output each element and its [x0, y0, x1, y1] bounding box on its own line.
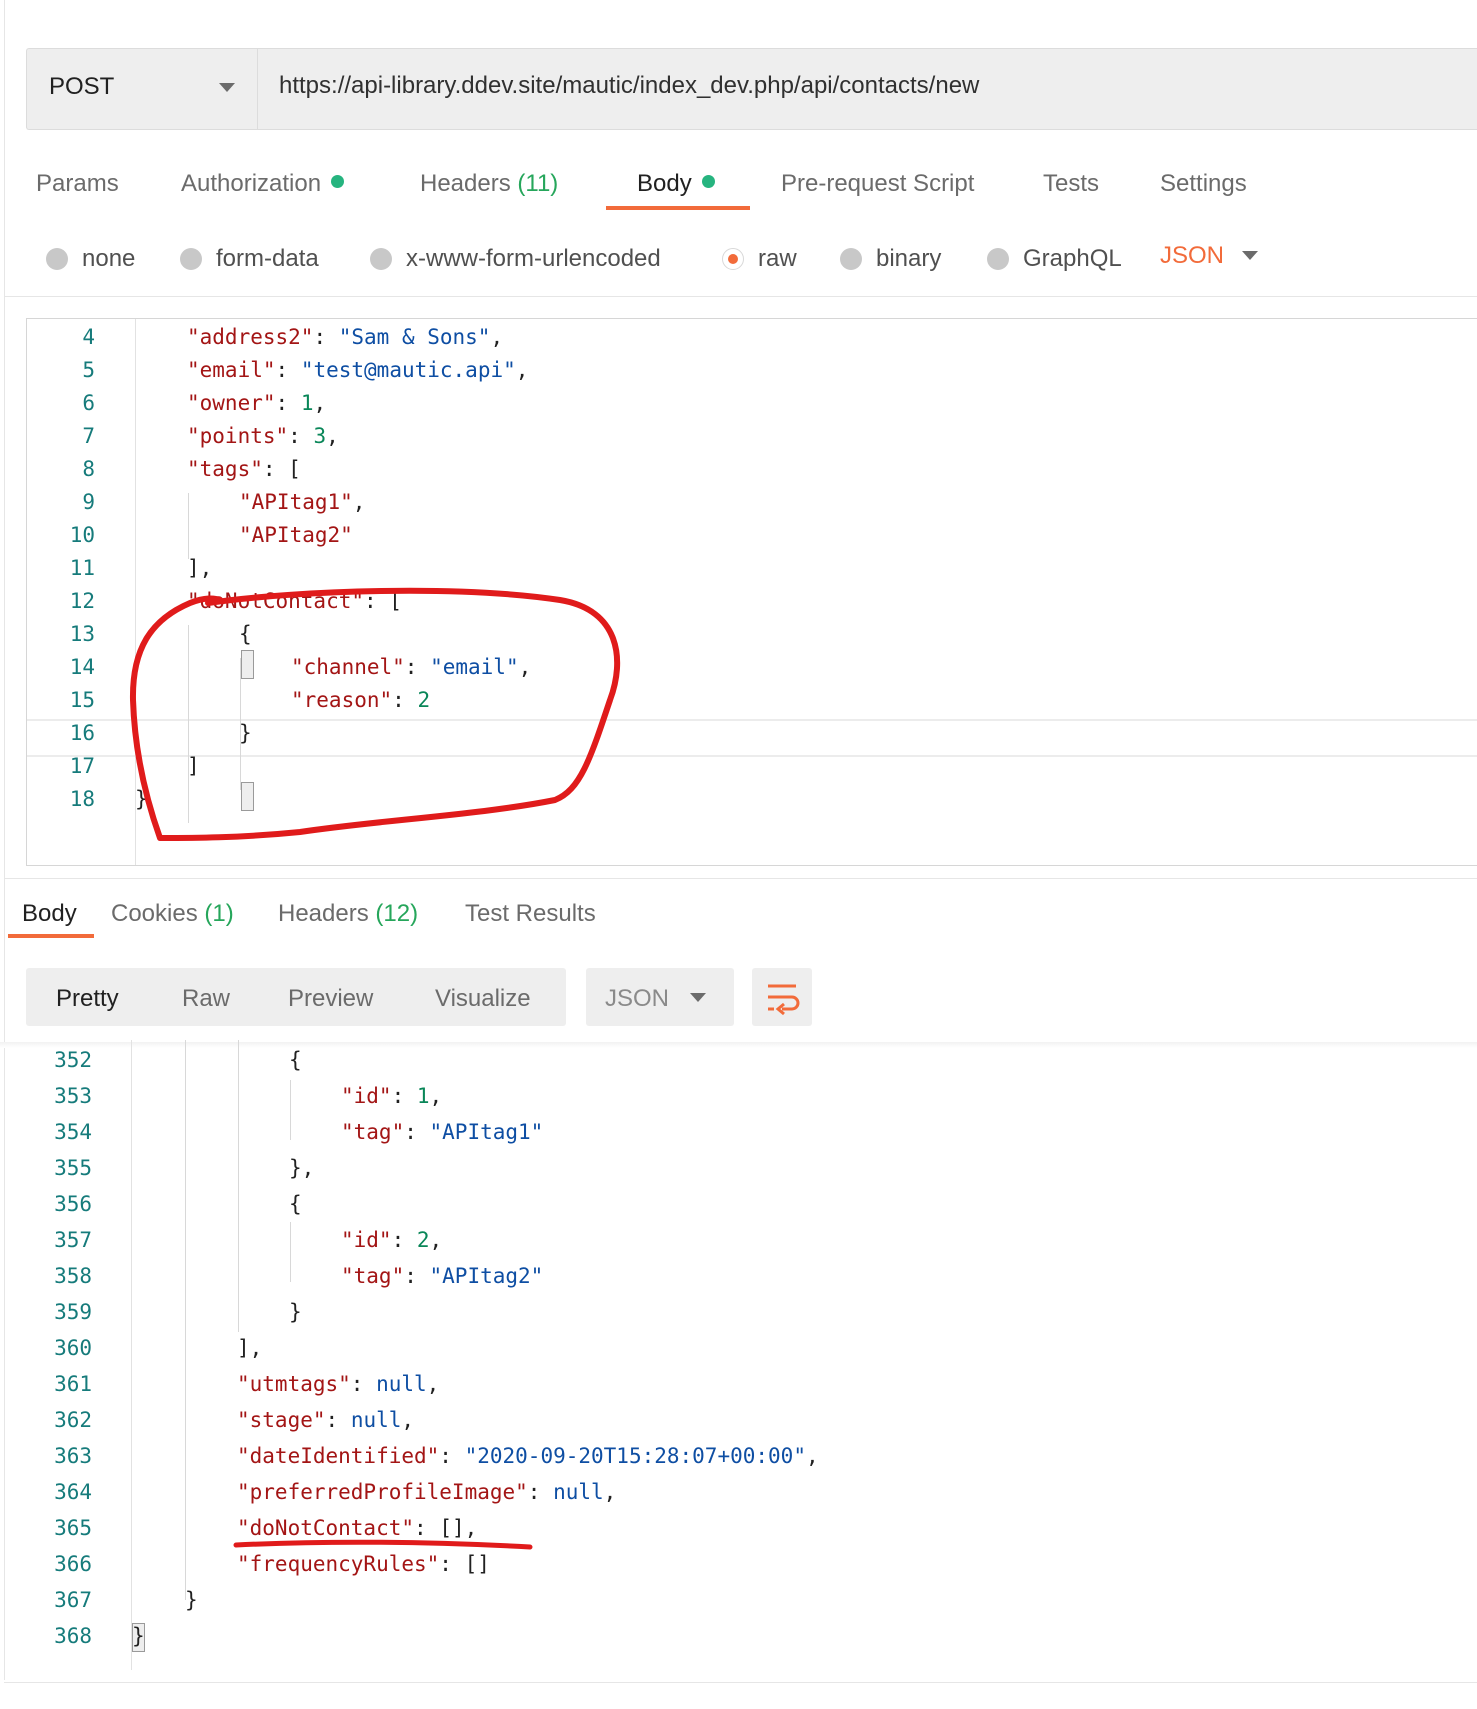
annotation-underline [233, 1539, 533, 1550]
annotation-circle [129, 587, 621, 841]
annotation-overlay [129, 587, 621, 1550]
